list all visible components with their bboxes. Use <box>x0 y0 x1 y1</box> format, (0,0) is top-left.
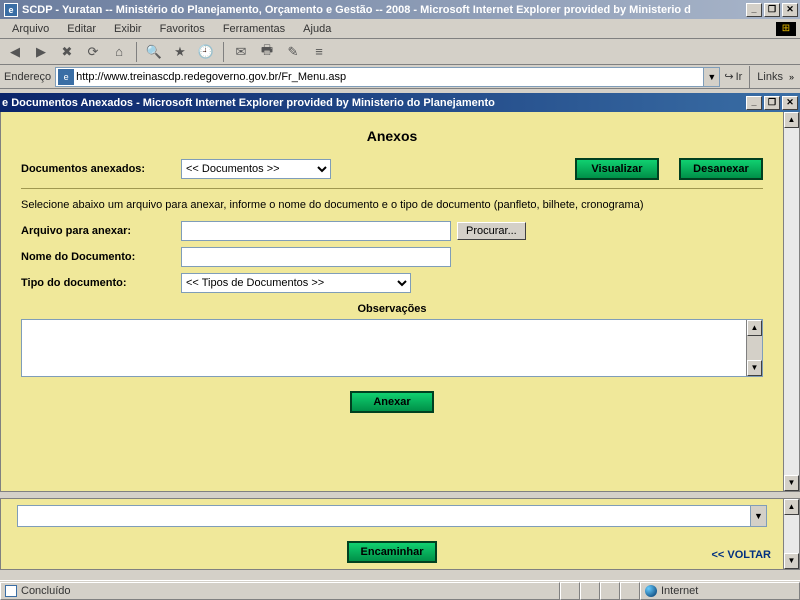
zone-text: Internet <box>661 585 698 597</box>
menu-arquivo[interactable]: Arquivo <box>4 21 57 37</box>
lower-scroll-up-icon[interactable]: ▲ <box>784 499 799 515</box>
sub-window-title-text: Documentos Anexados - Microsoft Internet… <box>11 97 495 109</box>
ie-icon: e <box>4 3 18 17</box>
menu-favoritos[interactable]: Favoritos <box>152 21 213 37</box>
sub-minimize-button[interactable]: _ <box>746 96 762 110</box>
go-icon: ↪ <box>724 70 733 83</box>
address-url[interactable]: http://www.treinascdp.redegoverno.gov.br… <box>76 71 703 83</box>
status-bar: Concluído Internet <box>0 580 800 600</box>
print-button[interactable]: 🖶 <box>256 41 278 63</box>
status-pane-1 <box>560 582 580 600</box>
address-combo[interactable]: e http://www.treinascdp.redegoverno.gov.… <box>55 67 720 87</box>
arquivo-anexar-input[interactable] <box>181 221 451 241</box>
procurar-button[interactable]: Procurar... <box>457 222 526 240</box>
observacoes-textarea[interactable]: ▲ ▼ <box>21 319 763 377</box>
address-dropdown-icon[interactable]: ▼ <box>703 68 719 86</box>
links-label[interactable]: Links <box>757 71 783 83</box>
stop-button[interactable]: ✖ <box>56 41 78 63</box>
discuss-button[interactable]: ≡ <box>308 41 330 63</box>
anexar-button[interactable]: Anexar <box>350 391 434 413</box>
lower-scrollbar[interactable]: ▲ ▼ <box>783 499 799 569</box>
search-button[interactable]: 🔍 <box>143 41 165 63</box>
close-button[interactable]: ✕ <box>782 3 798 17</box>
status-pane-4 <box>620 582 640 600</box>
status-doc-icon <box>5 585 17 597</box>
sub-restore-button[interactable]: ❐ <box>764 96 780 110</box>
address-label: Endereço <box>4 71 51 83</box>
main-window-titlebar: e SCDP - Yuratan -- Ministério do Planej… <box>0 0 800 19</box>
forward-button[interactable]: ▶ <box>30 41 52 63</box>
status-pane-3 <box>600 582 620 600</box>
voltar-link[interactable]: << VOLTAR <box>712 549 772 561</box>
menu-bar: Arquivo Editar Exibir Favoritos Ferramen… <box>0 19 800 39</box>
mail-button[interactable]: ✉ <box>230 41 252 63</box>
sub-window-titlebar: e Documentos Anexados - Microsoft Intern… <box>0 93 800 112</box>
separator <box>21 188 763 189</box>
documentos-anexados-select[interactable]: << Documentos >> <box>181 159 331 179</box>
refresh-button[interactable]: ⟳ <box>82 41 104 63</box>
menu-ferramentas[interactable]: Ferramentas <box>215 21 293 37</box>
menu-ajuda[interactable]: Ajuda <box>295 21 339 37</box>
lower-select[interactable]: ▼ <box>17 505 767 527</box>
restore-button[interactable]: ❐ <box>764 3 780 17</box>
minimize-button[interactable]: _ <box>746 3 762 17</box>
encaminhar-button[interactable]: Encaminhar <box>347 541 438 563</box>
obs-scroll-down-icon[interactable]: ▼ <box>747 360 762 376</box>
tipo-documento-label: Tipo do documento: <box>21 277 181 289</box>
vertical-scrollbar[interactable]: ▲ ▼ <box>783 112 799 491</box>
scroll-up-icon[interactable]: ▲ <box>784 112 799 128</box>
favorites-button[interactable]: ★ <box>169 41 191 63</box>
nome-documento-input[interactable] <box>181 247 451 267</box>
sub-window: e Documentos Anexados - Microsoft Intern… <box>0 93 800 492</box>
status-text: Concluído <box>21 585 71 597</box>
sub-close-button[interactable]: ✕ <box>782 96 798 110</box>
ie-icon: e <box>2 97 8 109</box>
go-label: Ir <box>736 71 743 83</box>
toolbar: ◀ ▶ ✖ ⟳ ⌂ 🔍 ★ 🕘 ✉ 🖶 ✎ ≡ <box>0 39 800 65</box>
page-title: Anexos <box>21 128 763 144</box>
menu-exibir[interactable]: Exibir <box>106 21 150 37</box>
home-button[interactable]: ⌂ <box>108 41 130 63</box>
edit-button[interactable]: ✎ <box>282 41 304 63</box>
lower-scroll-down-icon[interactable]: ▼ <box>784 553 799 569</box>
back-button[interactable]: ◀ <box>4 41 26 63</box>
arquivo-anexar-label: Arquivo para anexar: <box>21 225 181 237</box>
tipo-documento-select[interactable]: << Tipos de Documentos >> <box>181 273 411 293</box>
page-icon: e <box>58 69 74 85</box>
scroll-down-icon[interactable]: ▼ <box>784 475 799 491</box>
observacoes-label: Observações <box>21 303 763 315</box>
internet-zone-icon <box>645 585 657 597</box>
menu-editar[interactable]: Editar <box>59 21 104 37</box>
visualizar-button[interactable]: Visualizar <box>575 158 659 180</box>
windows-flag-icon: ⊞ <box>776 22 796 36</box>
history-button[interactable]: 🕘 <box>195 41 217 63</box>
desanexar-button[interactable]: Desanexar <box>679 158 763 180</box>
obs-scroll-up-icon[interactable]: ▲ <box>747 320 762 336</box>
documentos-anexados-label: Documentos anexados: <box>21 163 181 175</box>
anexos-form-area: Anexos Documentos anexados: << Documento… <box>0 112 800 492</box>
status-pane-2 <box>580 582 600 600</box>
lower-panel: ▼ Encaminhar ▲ ▼ << VOLTAR <box>0 498 800 570</box>
go-button[interactable]: ↪ Ir <box>724 70 742 83</box>
instruction-text: Selecione abaixo um arquivo para anexar,… <box>21 199 763 211</box>
lower-dropdown-icon[interactable]: ▼ <box>750 506 766 526</box>
window-title-text: SCDP - Yuratan -- Ministério do Planejam… <box>22 4 691 16</box>
address-bar: Endereço e http://www.treinascdp.redegov… <box>0 65 800 89</box>
nome-documento-label: Nome do Documento: <box>21 251 181 263</box>
links-chevron-icon[interactable]: » <box>787 72 796 82</box>
